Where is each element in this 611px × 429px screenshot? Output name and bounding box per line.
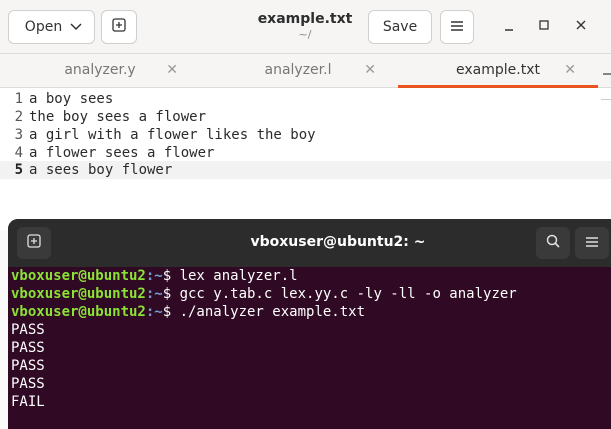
tab-example-txt[interactable]: example.txt ✕ — [398, 54, 598, 88]
line-text: a sees boy flower — [29, 162, 173, 178]
terminal-header-bar: vboxuser@ubuntu2: ~ — [8, 219, 611, 267]
line-number: 1 — [14, 91, 23, 107]
text-line: 2 the boy sees a flower — [0, 108, 611, 126]
prompt-user: vboxuser@ubuntu2 — [11, 268, 146, 284]
line-number: 2 — [14, 109, 23, 125]
prompt-symbol: $ — [162, 268, 180, 284]
line-text: a girl with a flower likes the boy — [29, 127, 316, 143]
search-icon — [546, 234, 560, 252]
prompt-path: :~ — [145, 268, 163, 284]
tab-analyzer-y[interactable]: analyzer.y ✕ — [0, 54, 200, 88]
line-text: a boy sees — [29, 91, 114, 107]
document-path: ~/ — [298, 28, 312, 41]
output-line: PASS — [11, 358, 45, 374]
tab-bar: analyzer.y ✕ analyzer.l ✕ example.txt ✕ — [0, 54, 611, 88]
text-line: 3 a girl with a flower likes the boy — [0, 126, 611, 144]
minimize-icon — [503, 19, 515, 35]
open-button-label: Open — [24, 19, 63, 35]
text-line: 4 a flower sees a flower — [0, 144, 611, 162]
current-text-line: 5 a sees boy flower — [0, 161, 611, 179]
document-title: example.txt — [257, 11, 353, 27]
line-text: a flower sees a flower — [29, 145, 215, 161]
close-tab-icon[interactable]: ✕ — [364, 62, 376, 78]
prompt-path: :~ — [145, 304, 163, 320]
line-number: 3 — [14, 127, 23, 143]
line-number: 4 — [14, 145, 23, 161]
command-text: gcc y.tab.c lex.yy.c -ly -ll -o analyzer — [179, 286, 517, 302]
output-line: PASS — [11, 340, 45, 356]
minimize-button[interactable] — [502, 20, 516, 34]
terminal-menu-button[interactable] — [575, 227, 609, 259]
right-margin-marker — [601, 88, 611, 100]
maximize-button[interactable] — [537, 20, 551, 34]
prompt-symbol: $ — [162, 286, 180, 302]
close-window-button[interactable] — [574, 20, 588, 34]
command-text: lex analyzer.l — [179, 268, 298, 284]
text-line: 1 a boy sees — [0, 90, 611, 108]
new-document-icon — [112, 18, 126, 36]
main-menu-button[interactable] — [440, 10, 474, 44]
maximize-icon — [538, 19, 550, 35]
terminal-command-line: vboxuser@ubuntu2:~$ lex analyzer.l — [11, 267, 298, 285]
new-tab-button[interactable] — [17, 227, 51, 259]
output-line: PASS — [11, 376, 45, 392]
terminal-search-button[interactable] — [536, 227, 570, 259]
prompt-user: vboxuser@ubuntu2 — [11, 304, 146, 320]
prompt-path: :~ — [145, 286, 163, 302]
hamburger-menu-icon — [586, 235, 598, 251]
text-view[interactable]: 1 a boy sees 2 the boy sees a flower 3 a… — [0, 88, 611, 230]
output-line: FAIL — [11, 394, 45, 410]
header-bar: Open example.txt ~/ Save — [0, 0, 611, 54]
close-tab-icon[interactable]: ✕ — [166, 62, 178, 78]
prompt-user: vboxuser@ubuntu2 — [11, 286, 146, 302]
line-text: the boy sees a flower — [29, 109, 207, 125]
terminal-window: vboxuser@ubuntu2: ~ vboxuser@ubuntu2:~$ … — [8, 219, 611, 429]
tab-overflow-icon[interactable] — [602, 64, 611, 84]
close-icon — [575, 19, 587, 35]
new-document-button[interactable] — [101, 10, 137, 44]
terminal-command-line: vboxuser@ubuntu2:~$ gcc y.tab.c lex.yy.c… — [11, 285, 517, 303]
open-button[interactable]: Open — [8, 10, 95, 44]
terminal-output[interactable]: vboxuser@ubuntu2:~$ lex analyzer.l vboxu… — [8, 267, 611, 429]
terminal-command-line: vboxuser@ubuntu2:~$ ./analyzer example.t… — [11, 303, 365, 321]
prompt-symbol: $ — [162, 304, 180, 320]
command-text: ./analyzer example.txt — [179, 304, 366, 320]
close-tab-icon[interactable]: ✕ — [564, 62, 576, 78]
tab-analyzer-l[interactable]: analyzer.l ✕ — [198, 54, 398, 88]
save-button[interactable]: Save — [368, 10, 432, 44]
line-number: 5 — [14, 162, 23, 178]
chevron-down-icon — [70, 19, 82, 35]
output-line: PASS — [11, 322, 45, 338]
terminal-title: vboxuser@ubuntu2: ~ — [250, 234, 426, 250]
hamburger-menu-icon — [451, 19, 463, 35]
new-tab-icon — [27, 234, 41, 252]
text-editor-window: Open example.txt ~/ Save analyzer.y ✕ an… — [0, 0, 611, 230]
